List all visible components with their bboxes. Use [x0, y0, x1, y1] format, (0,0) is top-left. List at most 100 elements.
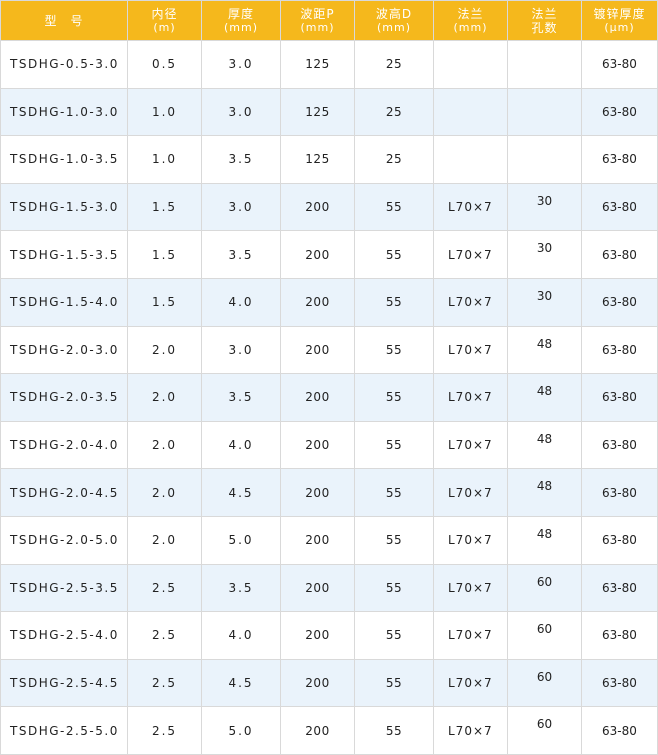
cell-thickness: 4.0 — [201, 420, 281, 470]
table-row: TSDHG-1.5-3.0 1.5 3.0 200 55 L70×7 30 63-80 — [0, 182, 658, 232]
cell-inner-diameter: 2.0 — [127, 468, 202, 517]
cell-model: TSDHG-2.5-4.5 — [0, 658, 128, 708]
cell-pitch: 200 — [280, 468, 355, 517]
cell-pitch: 200 — [280, 420, 355, 470]
cell-flange — [433, 87, 508, 137]
cell-inner-diameter: 2.5 — [127, 611, 202, 660]
table-header-row: 型 号 内径 (m) 厚度 (mm) 波距P (mm) 波高D (mm) 法兰 (mm) … — [0, 0, 658, 41]
header-flange-unit: (mm) — [453, 20, 488, 34]
cell-pitch: 125 — [280, 135, 355, 184]
cell-model: TSDHG-0.5-3.0 — [0, 40, 128, 89]
cell-pitch: 200 — [280, 325, 355, 375]
cell-flange: L70×7 — [433, 325, 508, 375]
cell-height: 55 — [354, 373, 434, 422]
cell-zinc-thickness: 63-80 — [581, 706, 658, 755]
cell-inner-diameter: 1.0 — [127, 87, 202, 137]
cell-flange-holes — [507, 87, 582, 137]
cell-flange: L70×7 — [433, 420, 508, 470]
header-thickness: 厚度 (mm) — [201, 0, 281, 41]
cell-flange-holes: 48 — [507, 325, 582, 375]
cell-model: TSDHG-1.0-3.5 — [0, 135, 128, 184]
cell-thickness: 3.5 — [201, 563, 281, 613]
cell-thickness: 3.0 — [201, 40, 281, 89]
table-body: TSDHG-0.5-3.0 0.5 3.0 125 25 63-80 TSDHG-1.0-3… — [0, 40, 658, 755]
cell-zinc-thickness: 63-80 — [581, 563, 658, 613]
cell-flange-holes: 48 — [507, 468, 582, 517]
cell-model: TSDHG-2.0-4.5 — [0, 468, 128, 517]
cell-zinc-thickness: 63-80 — [581, 277, 658, 327]
cell-flange-holes: 48 — [507, 373, 582, 422]
cell-flange: L70×7 — [433, 611, 508, 660]
cell-flange: L70×7 — [433, 182, 508, 232]
header-flange-holes-label-1: 法兰 — [531, 6, 558, 21]
cell-height: 55 — [354, 706, 434, 755]
cell-zinc-thickness: 63-80 — [581, 420, 658, 470]
table-row: TSDHG-2.0-3.0 2.0 3.0 200 55 L70×7 48 63-80 — [0, 325, 658, 375]
table-row: TSDHG-2.0-3.5 2.0 3.5 200 55 L70×7 48 63-80 — [0, 373, 658, 422]
cell-height: 25 — [354, 40, 434, 89]
cell-flange-holes: 48 — [507, 515, 582, 565]
header-zinc-label: 镀锌厚度 — [593, 6, 646, 21]
cell-pitch: 200 — [280, 515, 355, 565]
cell-flange-holes: 60 — [507, 658, 582, 708]
cell-flange: L70×7 — [433, 468, 508, 517]
cell-height: 55 — [354, 182, 434, 232]
table-row: TSDHG-2.0-5.0 2.0 5.0 200 55 L70×7 48 63-80 — [0, 515, 658, 565]
cell-zinc-thickness: 63-80 — [581, 515, 658, 565]
table-row: TSDHG-2.5-4.0 2.5 4.0 200 55 L70×7 60 63-80 — [0, 611, 658, 660]
table-row: TSDHG-1.5-3.5 1.5 3.5 200 55 L70×7 30 63-80 — [0, 230, 658, 279]
cell-thickness: 4.0 — [201, 611, 281, 660]
cell-flange-holes: 30 — [507, 230, 582, 279]
cell-flange-holes: 30 — [507, 277, 582, 327]
cell-thickness: 3.0 — [201, 182, 281, 232]
cell-flange-holes: 30 — [507, 182, 582, 232]
cell-model: TSDHG-1.0-3.0 — [0, 87, 128, 137]
cell-pitch: 200 — [280, 373, 355, 422]
cell-flange-holes: 48 — [507, 420, 582, 470]
header-flange-holes-label-2: 孔数 — [531, 20, 558, 35]
cell-thickness: 3.5 — [201, 135, 281, 184]
header-zinc-unit: (μm) — [604, 20, 635, 34]
cell-model: TSDHG-2.5-4.0 — [0, 611, 128, 660]
cell-model: TSDHG-1.5-4.0 — [0, 277, 128, 327]
header-flange-holes: 法兰 孔数 — [507, 0, 582, 41]
cell-height: 55 — [354, 611, 434, 660]
cell-pitch: 200 — [280, 611, 355, 660]
cell-zinc-thickness: 63-80 — [581, 40, 658, 89]
cell-height: 55 — [354, 658, 434, 708]
cell-thickness: 5.0 — [201, 515, 281, 565]
table-row: TSDHG-2.5-4.5 2.5 4.5 200 55 L70×7 60 63-80 — [0, 658, 658, 708]
cell-pitch: 125 — [280, 40, 355, 89]
cell-inner-diameter: 2.0 — [127, 515, 202, 565]
cell-model: TSDHG-2.0-3.0 — [0, 325, 128, 375]
cell-flange-holes — [507, 40, 582, 89]
cell-flange: L70×7 — [433, 373, 508, 422]
cell-thickness: 5.0 — [201, 706, 281, 755]
cell-flange-holes: 60 — [507, 611, 582, 660]
cell-inner-diameter: 1.5 — [127, 230, 202, 279]
cell-pitch: 200 — [280, 563, 355, 613]
cell-flange: L70×7 — [433, 230, 508, 279]
cell-zinc-thickness: 63-80 — [581, 87, 658, 137]
header-pitch-unit: (mm) — [300, 20, 335, 34]
cell-height: 25 — [354, 87, 434, 137]
cell-flange-holes: 60 — [507, 706, 582, 755]
table-row: TSDHG-1.0-3.0 1.0 3.0 125 25 63-80 — [0, 87, 658, 137]
cell-inner-diameter: 2.5 — [127, 563, 202, 613]
table-row: TSDHG-2.0-4.5 2.0 4.5 200 55 L70×7 48 63-80 — [0, 468, 658, 517]
cell-zinc-thickness: 63-80 — [581, 373, 658, 422]
header-height-unit: (mm) — [376, 20, 411, 34]
cell-height: 55 — [354, 420, 434, 470]
cell-height: 55 — [354, 277, 434, 327]
header-pitch-label: 波距P — [300, 6, 335, 21]
cell-thickness: 4.0 — [201, 277, 281, 327]
header-inner-diameter: 内径 (m) — [127, 0, 202, 41]
header-zinc-thickness: 镀锌厚度 (μm) — [581, 0, 658, 41]
cell-inner-diameter: 2.5 — [127, 658, 202, 708]
header-height: 波高D (mm) — [354, 0, 434, 41]
cell-model: TSDHG-2.5-5.0 — [0, 706, 128, 755]
cell-flange: L70×7 — [433, 658, 508, 708]
header-height-label: 波高D — [375, 6, 413, 21]
cell-zinc-thickness: 63-80 — [581, 325, 658, 375]
cell-thickness: 4.5 — [201, 468, 281, 517]
